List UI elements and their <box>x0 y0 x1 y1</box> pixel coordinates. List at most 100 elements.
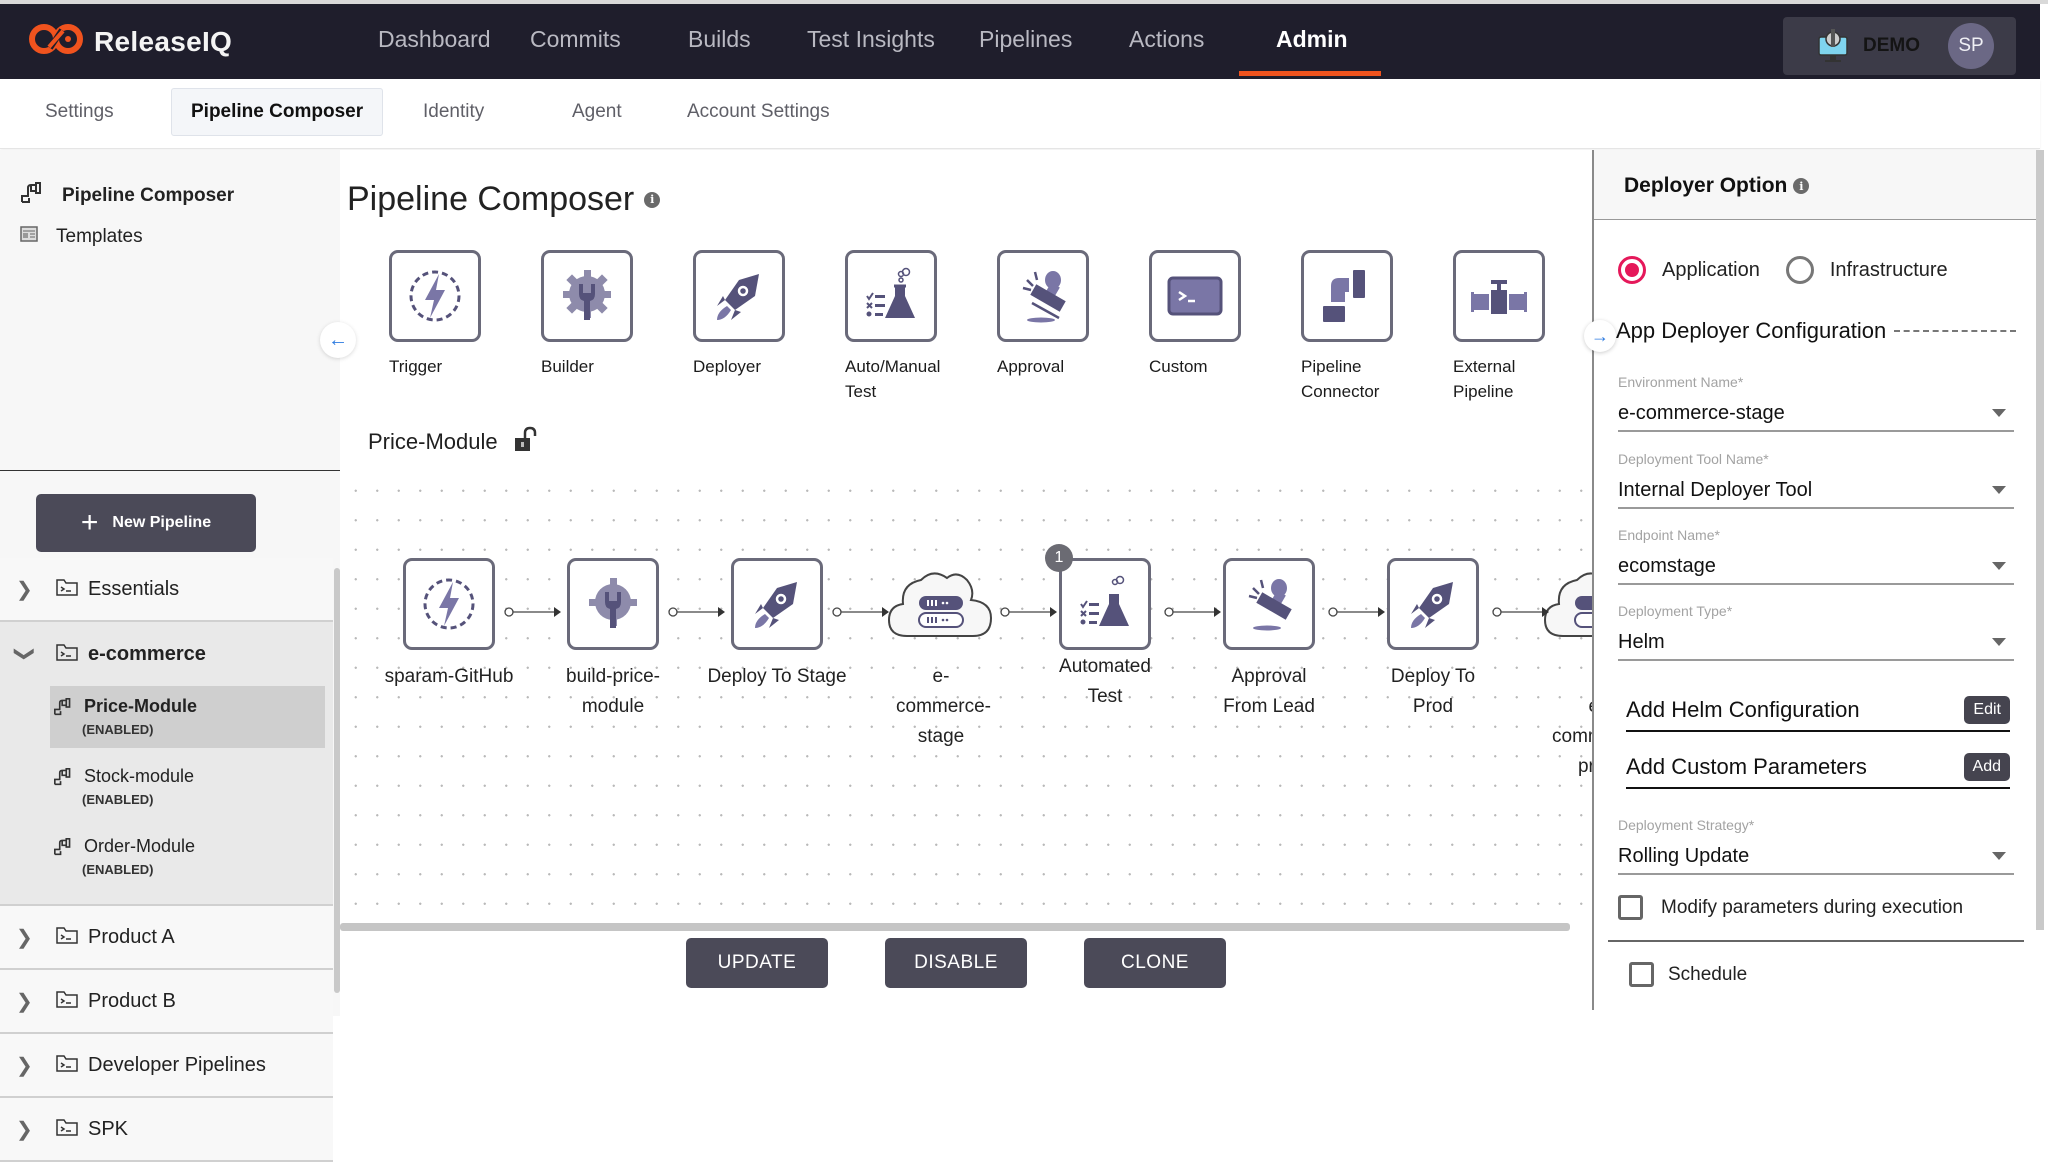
disable-button[interactable]: DISABLE <box>885 938 1027 988</box>
approval-icon <box>997 250 1089 342</box>
collapse-sidebar-button[interactable]: ← <box>320 322 356 358</box>
pipeline-node-automated-test[interactable]: 1 Automated Test <box>1030 544 1180 712</box>
panel-scrollbar[interactable] <box>2036 150 2044 930</box>
schedule-checkbox[interactable] <box>1629 962 1654 987</box>
folder-e-commerce[interactable]: ❯ e-commerce <box>0 622 333 686</box>
radio-application[interactable] <box>1618 256 1646 284</box>
pipeline-name: Price-Module <box>84 696 198 716</box>
org-computer-icon <box>1816 27 1850 70</box>
section-divider <box>1894 330 2016 332</box>
info-icon[interactable]: i <box>1793 178 1810 194</box>
user-avatar[interactable]: SP <box>1948 23 1994 69</box>
nav-commits[interactable]: Commits <box>530 26 621 53</box>
test-icon <box>845 250 937 342</box>
nav-actions[interactable]: Actions <box>1129 26 1204 53</box>
field-label: Environment Name* <box>1618 374 1744 390</box>
pipeline-node-deploy-prod[interactable]: Deploy To Prod <box>1358 558 1508 722</box>
deployment-strategy-select[interactable]: Rolling Update <box>1618 839 2014 875</box>
pipeline-canvas[interactable]: sparam-GitHub build-price-module Deploy … <box>340 468 1592 923</box>
folder-label: Product B <box>88 989 176 1012</box>
deployer-option-panel: Deployer Option i Application Infrastruc… <box>1584 150 2040 1010</box>
folder-spk[interactable]: ❯ SPK <box>0 1098 333 1162</box>
unlock-icon[interactable] <box>512 425 540 459</box>
modify-params-label[interactable]: Modify parameters during execution <box>1661 897 1963 919</box>
deployment-tool-select[interactable]: Internal Deployer Tool <box>1618 473 2014 509</box>
nav-admin[interactable]: Admin <box>1276 26 1348 53</box>
releaseiq-logo-icon <box>28 22 84 61</box>
folder-product-a[interactable]: ❯ Product A <box>0 906 333 970</box>
panel-title-text: Deployer Option <box>1624 174 1788 197</box>
pipeline-node-approval[interactable]: Approval From Lead <box>1194 558 1344 722</box>
radio-label-infrastructure[interactable]: Infrastructure <box>1830 259 1948 282</box>
palette-custom[interactable]: Custom <box>1093 250 1241 379</box>
folder-terminal-icon <box>56 926 78 949</box>
schedule-row: Schedule <box>1629 962 1747 987</box>
tab-pipeline-composer[interactable]: Pipeline Composer <box>171 88 384 136</box>
field-label: Deployment Tool Name* <box>1618 451 1769 467</box>
schedule-label[interactable]: Schedule <box>1668 964 1747 986</box>
builder-icon <box>541 250 633 342</box>
palette-auto-manual-test[interactable]: Auto/Manual Test <box>789 250 940 404</box>
template-icon <box>20 226 38 248</box>
nav-test-insights[interactable]: Test Insights <box>807 26 935 53</box>
tab-agent[interactable]: Agent <box>553 88 641 136</box>
account-switcher[interactable]: DEMO SP <box>1783 17 2016 75</box>
pipeline-item-order-module[interactable]: Order-Module (ENABLED) <box>50 826 325 888</box>
palette-external-pipeline[interactable]: External Pipeline <box>1397 250 1545 404</box>
pipeline-node-deploy-stage[interactable]: Deploy To Stage <box>702 558 852 692</box>
radio-label-application[interactable]: Application <box>1662 259 1760 282</box>
composer-main: Pipeline Composer i Trigger Builder Depl… <box>340 150 1592 1016</box>
panel-title: Deployer Option i <box>1624 174 1810 198</box>
pipeline-node-builder[interactable]: build-price-module <box>538 558 688 722</box>
pipeline-item-price-module[interactable]: Price-Module (ENABLED) <box>50 686 325 748</box>
sidebar-item-label: Pipeline Composer <box>62 185 235 206</box>
nav-dashboard[interactable]: Dashboard <box>378 26 491 53</box>
pipeline-node-environment-prod[interactable]: e-commerce-prod <box>1522 558 1592 782</box>
deployer-icon <box>1387 558 1479 650</box>
tab-account-settings[interactable]: Account Settings <box>668 88 849 136</box>
palette-builder[interactable]: Builder <box>485 250 633 379</box>
approval-icon <box>1223 558 1315 650</box>
tab-identity[interactable]: Identity <box>404 88 503 136</box>
folder-essentials[interactable]: ❯ Essentials <box>0 558 333 622</box>
pipeline-title: Price-Module <box>368 429 498 454</box>
edit-helm-config-button[interactable]: Edit <box>1964 696 2010 724</box>
palette-pipeline-connector[interactable]: Pipeline Connector <box>1245 250 1393 404</box>
panel-divider <box>1608 940 2024 942</box>
canvas-horizontal-scrollbar[interactable] <box>340 923 1570 931</box>
folder-developer-pipelines[interactable]: ❯ Developer Pipelines <box>0 1034 333 1098</box>
pipeline-item-stock-module[interactable]: Stock-module (ENABLED) <box>50 756 325 818</box>
pipeline-node-environment-stage[interactable]: e-commerce-stage <box>866 558 1016 752</box>
endpoint-name-select[interactable]: ecomstage <box>1618 549 2014 585</box>
sidebar-item-templates[interactable]: Templates <box>20 226 143 248</box>
sidebar-item-pipeline-composer[interactable]: Pipeline Composer <box>20 182 234 210</box>
pipeline-node-trigger[interactable]: sparam-GitHub <box>374 558 524 692</box>
node-label: e-commerce-stage <box>896 666 992 747</box>
deployment-type-select[interactable]: Helm <box>1618 625 2014 661</box>
palette-approval[interactable]: Approval <box>941 250 1089 379</box>
page-title-text: Pipeline Composer <box>347 180 635 218</box>
nav-builds[interactable]: Builds <box>688 26 751 53</box>
clone-button[interactable]: CLONE <box>1084 938 1226 988</box>
folder-product-b[interactable]: ❯ Product B <box>0 970 333 1034</box>
new-pipeline-button[interactable]: + New Pipeline <box>36 494 256 552</box>
info-icon[interactable]: i <box>644 191 661 208</box>
expand-panel-button[interactable]: → <box>1584 320 1616 352</box>
palette-trigger[interactable]: Trigger <box>333 250 481 379</box>
add-custom-params-button[interactable]: Add <box>1963 753 2010 781</box>
environment-name-select[interactable]: e-commerce-stage <box>1618 396 2014 432</box>
brand-logo[interactable]: ReleaseIQ <box>28 22 232 61</box>
palette-deployer[interactable]: Deployer <box>637 250 785 379</box>
custom-params-row: Add Custom Parameters Add <box>1626 747 2010 789</box>
builder-icon <box>567 558 659 650</box>
connector-arrow <box>504 607 561 617</box>
radio-infrastructure[interactable] <box>1785 256 1814 284</box>
modify-params-checkbox[interactable] <box>1618 895 1643 920</box>
node-label: build-price-module <box>566 666 660 717</box>
tab-settings[interactable]: Settings <box>26 88 133 136</box>
connector-arrow <box>1492 607 1549 617</box>
node-label: sparam-GitHub <box>384 666 514 687</box>
nav-pipelines[interactable]: Pipelines <box>979 26 1072 53</box>
deployment-strategy-field: Deployment Strategy* Rolling Update <box>1618 817 2014 875</box>
update-button[interactable]: UPDATE <box>686 938 828 988</box>
